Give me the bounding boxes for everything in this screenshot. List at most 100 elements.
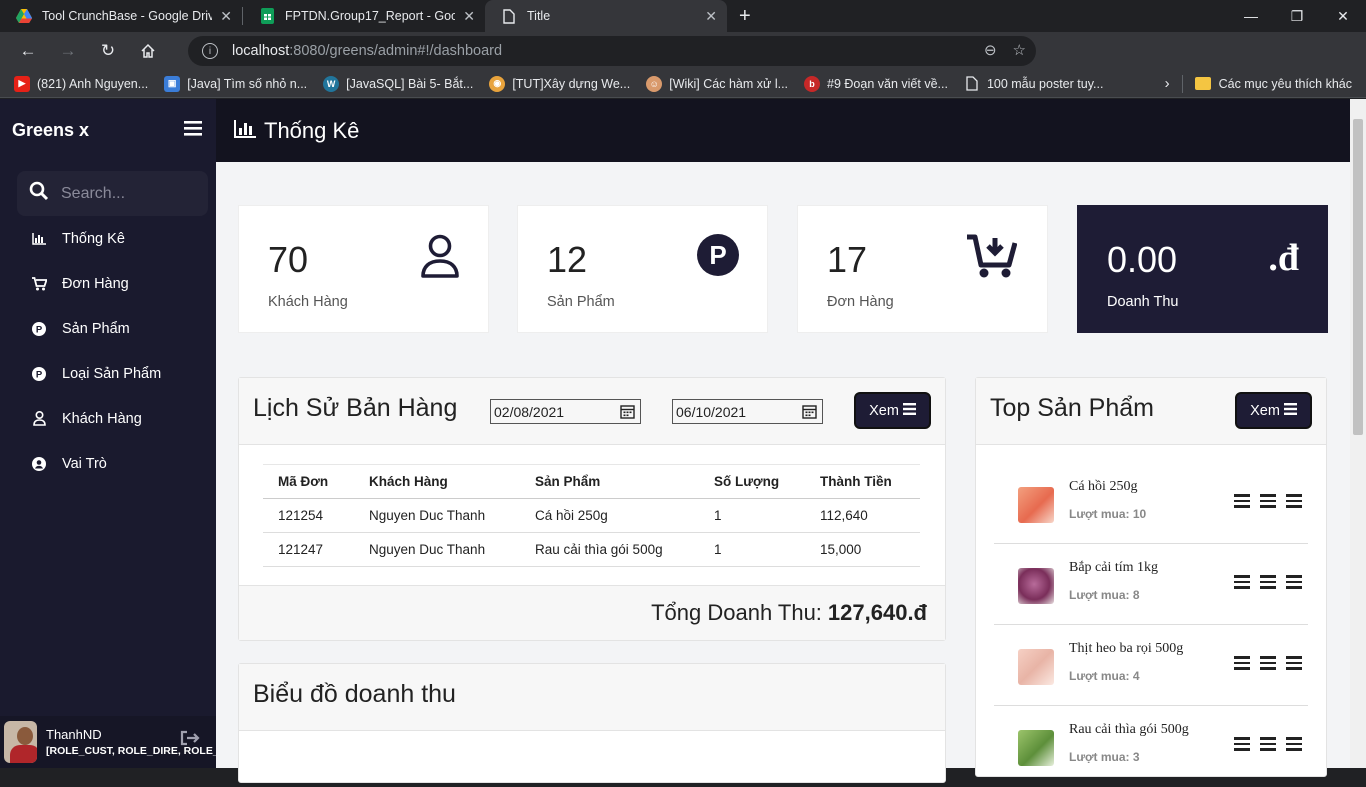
column-header: Thành Tiền <box>805 464 920 499</box>
favorite-star-icon[interactable]: ☆ <box>1013 41 1026 59</box>
product-actions <box>1234 494 1302 508</box>
product-thumbnail <box>1018 649 1054 685</box>
browser-tab-drive[interactable]: Tool CrunchBase - Google Drive ✕ <box>0 0 242 32</box>
category-p-icon: P <box>30 366 48 381</box>
bars-icon[interactable] <box>1234 656 1250 670</box>
bars-icon[interactable] <box>1260 494 1276 508</box>
page-scrollbar[interactable] <box>1350 99 1366 768</box>
back-button[interactable]: ← <box>8 32 48 70</box>
bookmark-item[interactable]: W [JavaSQL] Bài 5- Bắt... <box>323 75 473 92</box>
product-p-icon: P <box>697 234 739 281</box>
bookmark-item[interactable]: ▶ (821) Anh Nguyen... <box>14 75 148 92</box>
product-actions <box>1234 737 1302 751</box>
bars-icon <box>902 402 916 419</box>
table-header-row: Mã Đơn Khách Hàng Sản Phẩm Số Lượng Thàn… <box>263 464 920 499</box>
site-info-icon[interactable]: i <box>202 43 218 59</box>
product-count: Lượt mua: 3 <box>1069 750 1140 764</box>
browser-tab-title[interactable]: Title ✕ <box>485 0 727 32</box>
top-products-view-button[interactable]: Xem <box>1235 392 1312 429</box>
search-box[interactable]: Search... <box>17 171 208 216</box>
revenue-chart-card: Biểu đồ doanh thu <box>238 663 946 783</box>
bookmark-item[interactable]: ▣ [Java] Tìm số nhỏ n... <box>164 75 307 92</box>
bars-icon[interactable] <box>1260 737 1276 751</box>
bars-icon[interactable] <box>1260 575 1276 589</box>
new-tab-button[interactable]: + <box>739 5 751 28</box>
role-icon <box>30 456 48 471</box>
product-p-icon: P <box>30 321 48 336</box>
bars-icon[interactable] <box>1286 575 1302 589</box>
table-row[interactable]: 121254 Nguyen Duc Thanh Cá hồi 250g 1 11… <box>263 498 920 533</box>
document-icon <box>501 8 517 24</box>
close-icon[interactable]: ✕ <box>705 8 717 25</box>
bookmark-item[interactable]: ☺ [Wiki] Các hàm xử l... <box>646 75 788 92</box>
sidebar-item-thong-ke[interactable]: Thống Kê <box>0 216 216 261</box>
calendar-icon[interactable] <box>620 404 635 422</box>
other-favorites-folder[interactable]: Các mục yêu thích khác <box>1219 77 1352 91</box>
chevron-right-icon[interactable]: › <box>1165 75 1170 92</box>
bars-icon <box>1283 402 1297 419</box>
table-row[interactable]: 121247 Nguyen Duc Thanh Rau cải thìa gói… <box>263 532 920 567</box>
brand-name: Greens x <box>12 119 90 140</box>
sidebar-item-vai-tro[interactable]: Vai Trò <box>0 441 216 486</box>
close-icon[interactable]: ✕ <box>220 8 232 25</box>
product-count: Lượt mua: 4 <box>1069 669 1140 683</box>
restore-button[interactable]: ❐ <box>1274 0 1320 32</box>
bars-icon[interactable] <box>1286 737 1302 751</box>
url-host: localhost <box>232 43 290 59</box>
sidebar-item-khach-hang[interactable]: Khách Hàng <box>0 396 216 441</box>
stat-value: 17 <box>827 239 868 280</box>
hamburger-menu-icon[interactable] <box>184 120 202 141</box>
zoom-icon[interactable]: ⊖ <box>984 41 997 59</box>
bookmarks-overflow: › Các mục yêu thích khác <box>1165 74 1352 93</box>
bars-icon[interactable] <box>1234 737 1250 751</box>
sidebar-item-loai-san-pham[interactable]: P Loại Sản Phẩm <box>0 351 216 396</box>
sidebar-item-don-hang[interactable]: Đơn Hàng <box>0 261 216 306</box>
list-item[interactable]: Thịt heo ba rọi 500g Lượt mua: 4 <box>994 625 1308 706</box>
logout-icon[interactable] <box>180 730 200 751</box>
home-button[interactable] <box>128 32 168 70</box>
history-view-button[interactable]: Xem <box>854 392 931 429</box>
tab-title: FPTDN.Group17_Report - Google <box>285 9 456 23</box>
address-bar[interactable]: i localhost :8080/greens/admin#!/dashboa… <box>188 36 1036 66</box>
table-cell: 1 <box>699 532 805 567</box>
stat-label: Khách Hàng <box>268 294 348 310</box>
chart-icon <box>30 232 48 245</box>
avatar[interactable] <box>4 721 37 763</box>
sales-history-card: Lịch Sử Bản Hàng 02/08/2021 06/10/2021 X… <box>238 377 946 641</box>
scrollbar-thumb[interactable] <box>1353 119 1363 435</box>
brand-header: Greens x <box>0 99 216 161</box>
date-to-input[interactable]: 06/10/2021 <box>672 399 823 424</box>
reload-button[interactable]: ↻ <box>88 32 128 70</box>
bookmark-item[interactable]: b #9 Đoạn văn viết về... <box>804 75 948 92</box>
sidebar-item-san-pham[interactable]: P Sản Phẩm <box>0 306 216 351</box>
table-cell: 121254 <box>263 498 354 533</box>
browser-tab-sheets[interactable]: FPTDN.Group17_Report - Google ✕ <box>243 0 485 32</box>
product-count: Lượt mua: 8 <box>1069 588 1140 602</box>
bars-icon[interactable] <box>1286 656 1302 670</box>
calendar-icon[interactable] <box>802 404 817 422</box>
card-header: Lịch Sử Bản Hàng 02/08/2021 06/10/2021 X… <box>239 378 945 445</box>
bars-icon[interactable] <box>1234 575 1250 589</box>
close-window-button[interactable]: ✕ <box>1320 0 1366 32</box>
browser-tab-strip: Tool CrunchBase - Google Drive ✕ FPTDN.G… <box>0 0 1366 32</box>
search-input[interactable]: Search... <box>61 185 125 203</box>
table-cell: 121247 <box>263 532 354 567</box>
bookmark-item[interactable]: 100 mẫu poster tuy... <box>964 76 1103 92</box>
close-icon[interactable]: ✕ <box>463 8 475 25</box>
bars-icon[interactable] <box>1260 656 1276 670</box>
product-thumbnail <box>1018 730 1054 766</box>
stat-card-customers: 70 Khách Hàng <box>238 205 489 333</box>
list-item[interactable]: Rau cải thìa gói 500g Lượt mua: 3 <box>994 706 1308 787</box>
date-from-input[interactable]: 02/08/2021 <box>490 399 641 424</box>
bars-icon[interactable] <box>1286 494 1302 508</box>
forward-button[interactable]: → <box>48 32 88 70</box>
table-cell: 1 <box>699 498 805 533</box>
total-revenue-value: 127,640.đ <box>827 600 927 625</box>
wordpress-icon: W <box>323 75 340 92</box>
bars-icon[interactable] <box>1234 494 1250 508</box>
minimize-button[interactable]: — <box>1228 0 1274 32</box>
youtube-icon: ▶ <box>14 75 30 92</box>
bookmark-item[interactable]: ◉ [TUT]Xây dựng We... <box>489 75 630 92</box>
list-item[interactable]: Cá hồi 250g Lượt mua: 10 <box>994 463 1308 544</box>
list-item[interactable]: Bắp cải tím 1kg Lượt mua: 8 <box>994 544 1308 625</box>
